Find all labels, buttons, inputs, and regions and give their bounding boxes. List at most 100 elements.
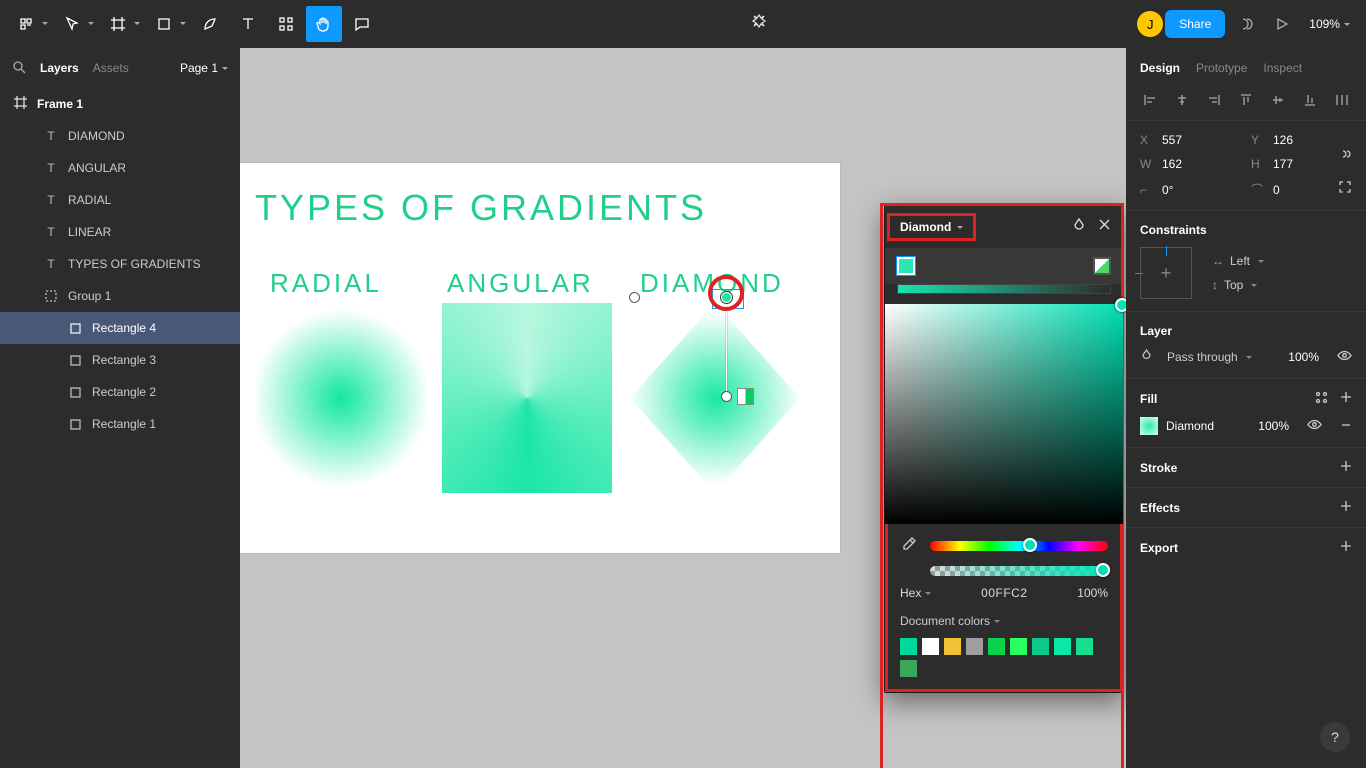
layer-item[interactable]: TRADIAL <box>0 184 240 216</box>
x-input[interactable]: 557 <box>1162 133 1241 147</box>
doc-color-swatch[interactable] <box>922 638 939 655</box>
doc-color-swatch[interactable] <box>900 660 917 677</box>
layer-item[interactable]: Rectangle 2 <box>0 376 240 408</box>
help-button[interactable]: ? <box>1320 722 1350 752</box>
fill-type-label[interactable]: Diamond <box>1166 419 1214 433</box>
layer-item[interactable]: TANGULAR <box>0 152 240 184</box>
y-input[interactable]: 126 <box>1273 133 1352 147</box>
move-tool[interactable] <box>54 6 98 42</box>
layer-item[interactable]: TTYPES OF GRADIENTS <box>0 248 240 280</box>
fill-visibility-icon[interactable] <box>1307 417 1322 435</box>
doc-color-swatch[interactable] <box>1076 638 1093 655</box>
color-model-select[interactable]: Hex <box>900 586 931 600</box>
alpha-value-input[interactable]: 100% <box>1077 586 1108 600</box>
add-stroke-icon[interactable] <box>1340 460 1352 475</box>
tab-prototype[interactable]: Prototype <box>1196 61 1247 75</box>
blend-mode-select[interactable]: Pass through <box>1161 350 1252 364</box>
gradient-preview-bar[interactable] <box>897 284 1111 294</box>
layer-item[interactable]: TDIAMOND <box>0 120 240 152</box>
angular-gradient-box[interactable] <box>442 303 612 493</box>
tab-layers[interactable]: Layers <box>40 61 79 75</box>
fill-swatch[interactable] <box>1140 417 1158 435</box>
hue-thumb[interactable] <box>1023 538 1037 552</box>
layer-opacity-input[interactable]: 100% <box>1288 350 1319 364</box>
comment-tool[interactable] <box>344 6 380 42</box>
h-constraint-select[interactable]: ↔Left <box>1206 254 1264 268</box>
rotation-input[interactable]: 0° <box>1162 183 1241 197</box>
gradient-stop-end[interactable] <box>721 391 732 402</box>
align-right-icon[interactable] <box>1200 88 1228 112</box>
tab-inspect[interactable]: Inspect <box>1263 61 1302 75</box>
design-frame[interactable]: TYPES OF GRADIENTS RADIAL ANGULAR DIAMON… <box>240 163 840 553</box>
gradient-handle-line[interactable] <box>726 297 727 398</box>
style-icon[interactable] <box>1315 391 1328 407</box>
gradient-stop-1[interactable] <box>897 257 915 275</box>
doc-color-swatch[interactable] <box>1010 638 1027 655</box>
independent-corners-icon[interactable] <box>1338 180 1352 197</box>
fill-opacity-input[interactable]: 100% <box>1258 419 1289 433</box>
saturation-value-field[interactable] <box>885 304 1123 524</box>
close-icon[interactable] <box>1098 218 1111 237</box>
tab-design[interactable]: Design <box>1140 61 1180 75</box>
distribute-icon[interactable] <box>1328 88 1356 112</box>
main-menu-button[interactable] <box>8 6 52 42</box>
remove-fill-icon[interactable] <box>1340 419 1352 434</box>
doc-color-swatch[interactable] <box>944 638 961 655</box>
text-tool[interactable] <box>230 6 266 42</box>
layer-item[interactable]: Rectangle 1 <box>0 408 240 440</box>
constraints-widget[interactable]: + <box>1140 247 1192 299</box>
canvas[interactable]: TYPES OF GRADIENTS RADIAL ANGULAR DIAMON… <box>240 48 1126 768</box>
gradient-stop-center[interactable] <box>721 292 732 303</box>
eyedropper-icon[interactable] <box>900 536 918 556</box>
v-constraint-select[interactable]: ↕Top <box>1206 278 1264 292</box>
align-top-icon[interactable] <box>1232 88 1260 112</box>
doc-color-swatch[interactable] <box>900 638 917 655</box>
align-bottom-icon[interactable] <box>1296 88 1324 112</box>
resources-tool[interactable] <box>268 6 304 42</box>
add-effect-icon[interactable] <box>1340 500 1352 515</box>
document-colors-label[interactable]: Document colors <box>900 614 1108 628</box>
tab-assets[interactable]: Assets <box>93 61 129 75</box>
doc-color-swatch[interactable] <box>966 638 983 655</box>
share-button[interactable]: Share <box>1165 10 1225 38</box>
present-icon[interactable] <box>1265 17 1299 31</box>
gradient-end-swatch[interactable] <box>737 388 754 405</box>
layer-item-group[interactable]: Group 1 <box>0 280 240 312</box>
hue-slider[interactable] <box>930 541 1108 551</box>
doc-color-swatch[interactable] <box>988 638 1005 655</box>
dev-handoff-icon[interactable] <box>1227 16 1263 32</box>
frame-row[interactable]: Frame 1 <box>0 88 240 120</box>
alpha-thumb[interactable] <box>1096 563 1110 577</box>
layer-item-selected[interactable]: Rectangle 4 <box>0 312 240 344</box>
visibility-icon[interactable] <box>1337 348 1352 366</box>
search-icon[interactable] <box>12 60 26 77</box>
alpha-slider[interactable] <box>930 566 1108 576</box>
diamond-gradient-box[interactable] <box>630 303 800 493</box>
layer-item[interactable]: TLINEAR <box>0 216 240 248</box>
shape-tool[interactable] <box>146 6 190 42</box>
avatar[interactable]: J <box>1137 11 1163 37</box>
align-left-icon[interactable] <box>1136 88 1164 112</box>
layer-item[interactable]: Rectangle 3 <box>0 344 240 376</box>
doc-color-swatch[interactable] <box>1054 638 1071 655</box>
gradient-stop-2[interactable] <box>1093 257 1111 275</box>
add-fill-icon[interactable] <box>1340 391 1352 407</box>
doc-color-swatch[interactable] <box>1032 638 1049 655</box>
page-selector[interactable]: Page 1 <box>180 61 228 75</box>
radial-gradient-box[interactable] <box>256 303 426 493</box>
blend-icon[interactable] <box>1072 218 1086 237</box>
zoom-control[interactable]: 109% <box>1301 17 1358 31</box>
align-h-center-icon[interactable] <box>1168 88 1196 112</box>
add-export-icon[interactable] <box>1340 540 1352 555</box>
pen-tool[interactable] <box>192 6 228 42</box>
align-v-center-icon[interactable] <box>1264 88 1292 112</box>
gradient-type-select[interactable]: Diamond <box>900 220 963 234</box>
w-input[interactable]: 162 <box>1162 157 1241 171</box>
constrain-proportions-icon[interactable] <box>1338 147 1352 164</box>
hand-tool[interactable] <box>306 6 342 42</box>
file-menu-icon[interactable] <box>750 13 768 36</box>
hex-value-input[interactable]: 00FFC2 <box>941 586 1067 600</box>
gradient-width-handle[interactable] <box>629 292 640 303</box>
sv-cursor[interactable] <box>1115 298 1126 312</box>
frame-tool[interactable] <box>100 6 144 42</box>
